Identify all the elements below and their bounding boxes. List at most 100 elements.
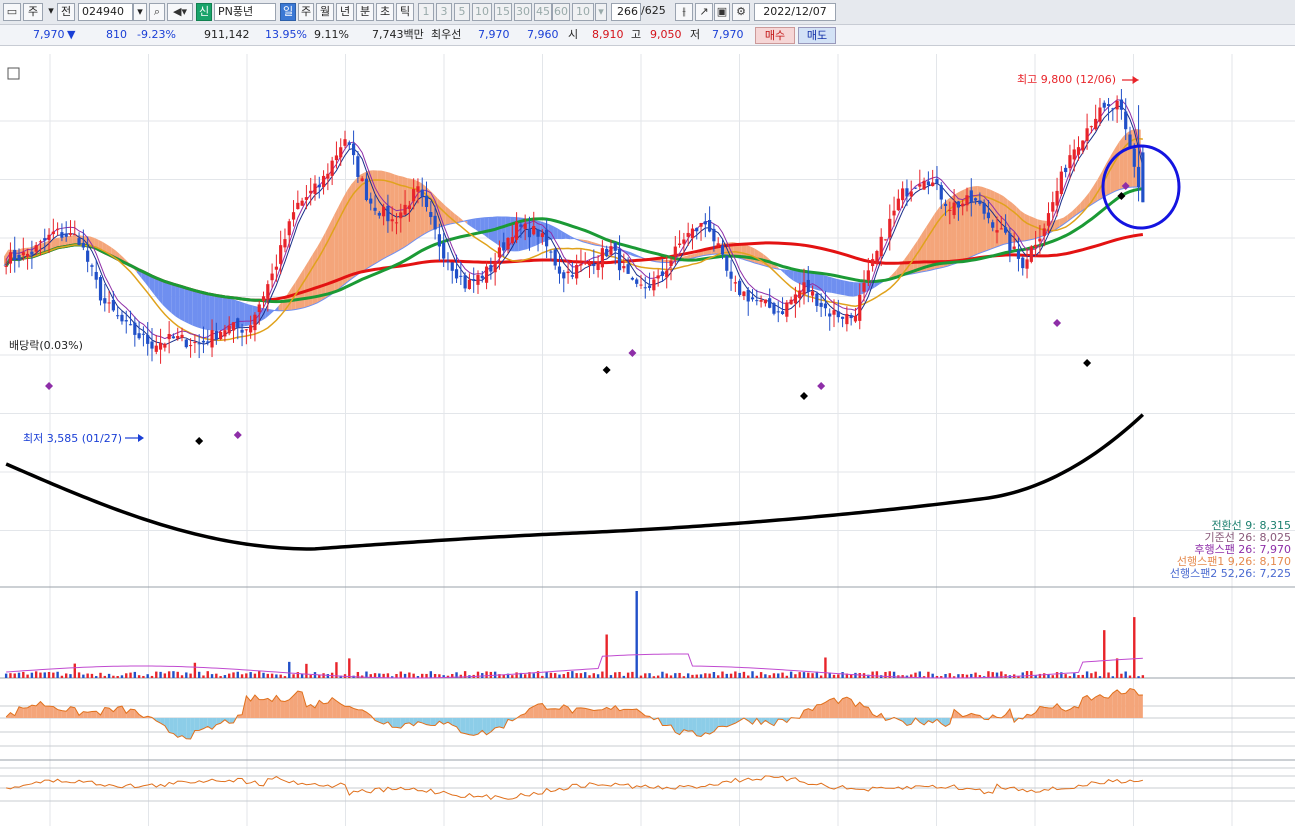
- oscillator-area: [91, 711, 97, 718]
- volume-bar: [635, 591, 638, 678]
- prev-button[interactable]: 전: [57, 3, 75, 21]
- oscillator-area: [345, 706, 350, 718]
- period-tick-tab[interactable]: 틱: [396, 3, 414, 21]
- volume-bar: [412, 673, 415, 678]
- candle-body: [506, 237, 510, 250]
- candle-body: [261, 296, 266, 302]
- candle-body: [888, 218, 892, 238]
- volume-bar: [729, 673, 733, 678]
- oscillator-area: [688, 718, 693, 732]
- candle-body: [514, 222, 519, 240]
- cloud-segment: [793, 270, 798, 284]
- oscillator-area: [284, 699, 290, 718]
- candle-body: [802, 282, 806, 295]
- period-year-tab[interactable]: 년: [336, 3, 354, 21]
- cloud-segment: [840, 280, 845, 296]
- speaker-icon[interactable]: ◀▾: [167, 3, 193, 21]
- signal-diamond: [602, 366, 611, 374]
- candle-body: [403, 204, 407, 215]
- code-dropdown-icon[interactable]: ▾: [133, 3, 147, 21]
- volume-bar: [502, 674, 505, 678]
- save-icon[interactable]: ▣: [714, 3, 730, 21]
- cloud-segment: [853, 282, 858, 297]
- buy-button[interactable]: 매수: [755, 27, 795, 44]
- candle-body: [750, 297, 755, 300]
- volume-bar: [789, 671, 793, 678]
- volume-bar: [69, 674, 72, 678]
- volume-bar: [266, 673, 270, 678]
- volume-bar: [811, 673, 814, 678]
- candle-body: [351, 143, 356, 156]
- oscillator-area: [104, 707, 110, 718]
- candle-body: [690, 228, 695, 239]
- period-month-tab[interactable]: 월: [316, 3, 334, 21]
- candle-body: [373, 207, 377, 211]
- stock-code-input[interactable]: 024940: [78, 3, 133, 21]
- minute-60-button[interactable]: 60: [552, 3, 570, 21]
- sell-button[interactable]: 매도: [798, 27, 836, 44]
- candle-body: [896, 198, 900, 211]
- volume-bar: [691, 674, 694, 678]
- volume-bar: [219, 676, 222, 678]
- stock-chart[interactable]: 최고 9,800 (12/06) 최저 3,585 (01/27) 배당락(0.03…: [0, 46, 1295, 829]
- candle-body: [141, 333, 146, 335]
- candle-body: [605, 248, 609, 257]
- minute-1-button[interactable]: 1: [418, 3, 434, 21]
- search-icon[interactable]: ⌕: [149, 3, 165, 21]
- volume-bar: [17, 672, 21, 678]
- period-minute-tab[interactable]: 분: [356, 3, 374, 21]
- cloud-segment: [921, 226, 927, 272]
- oscillator-area: [49, 706, 54, 718]
- candle-body: [647, 285, 652, 288]
- cloud-segment: [167, 282, 172, 313]
- date-input[interactable]: 2022/12/07: [754, 3, 836, 21]
- cloud-segment: [750, 246, 755, 263]
- gear-icon[interactable]: ⚙: [732, 3, 750, 21]
- period-second-tab[interactable]: 초: [376, 3, 394, 21]
- volume-bar: [639, 675, 643, 678]
- candle-body: [871, 259, 875, 267]
- candle-type-icon[interactable]: ⫲: [675, 3, 693, 21]
- candle-body: [429, 211, 433, 218]
- minute-3-button[interactable]: 3: [436, 3, 452, 21]
- volume-bar: [64, 673, 68, 678]
- volume-bar: [90, 673, 94, 678]
- minute-30-button[interactable]: 30: [514, 3, 532, 21]
- minute-dropdown-icon[interactable]: ▾: [595, 3, 607, 21]
- period-day-tab[interactable]: 일: [280, 3, 296, 21]
- candle-body: [34, 245, 38, 252]
- oscillator-area: [846, 697, 852, 718]
- oscillator-area: [666, 718, 672, 726]
- minute-custom-input[interactable]: 10: [572, 3, 594, 21]
- candle-count-input[interactable]: 266: [611, 3, 641, 21]
- candle-body: [738, 280, 742, 295]
- candle-body: [665, 270, 669, 278]
- best-bid: 7,960: [527, 28, 559, 41]
- indicator-icon[interactable]: ↗: [695, 3, 713, 21]
- candle-body: [43, 238, 47, 241]
- candle-body: [103, 298, 107, 304]
- minute-5-button[interactable]: 5: [454, 3, 470, 21]
- candle-body: [982, 202, 986, 214]
- market-select[interactable]: 주: [23, 3, 43, 21]
- candle-body: [875, 251, 879, 265]
- market-dropdown-icon[interactable]: ▾: [46, 3, 56, 21]
- minute-10-button[interactable]: 10: [472, 3, 492, 21]
- candle-body: [193, 342, 197, 344]
- candle-body: [1064, 167, 1068, 173]
- minute-45-button[interactable]: 45: [534, 3, 552, 21]
- amount-value: 7,743백만: [372, 28, 424, 41]
- volume-bar: [245, 673, 248, 678]
- candle-body: [622, 266, 626, 269]
- candle-body: [922, 180, 926, 190]
- cloud-segment: [849, 281, 854, 297]
- candle-body: [901, 188, 905, 201]
- minute-15-button[interactable]: 15: [494, 3, 512, 21]
- candle-body: [639, 284, 643, 286]
- volume-bar: [678, 672, 681, 678]
- candle-body: [733, 282, 737, 284]
- candle-body: [437, 234, 441, 247]
- open-label: 시: [568, 28, 579, 41]
- period-week-tab[interactable]: 주: [298, 3, 314, 21]
- window-icon[interactable]: ▭: [3, 3, 21, 21]
